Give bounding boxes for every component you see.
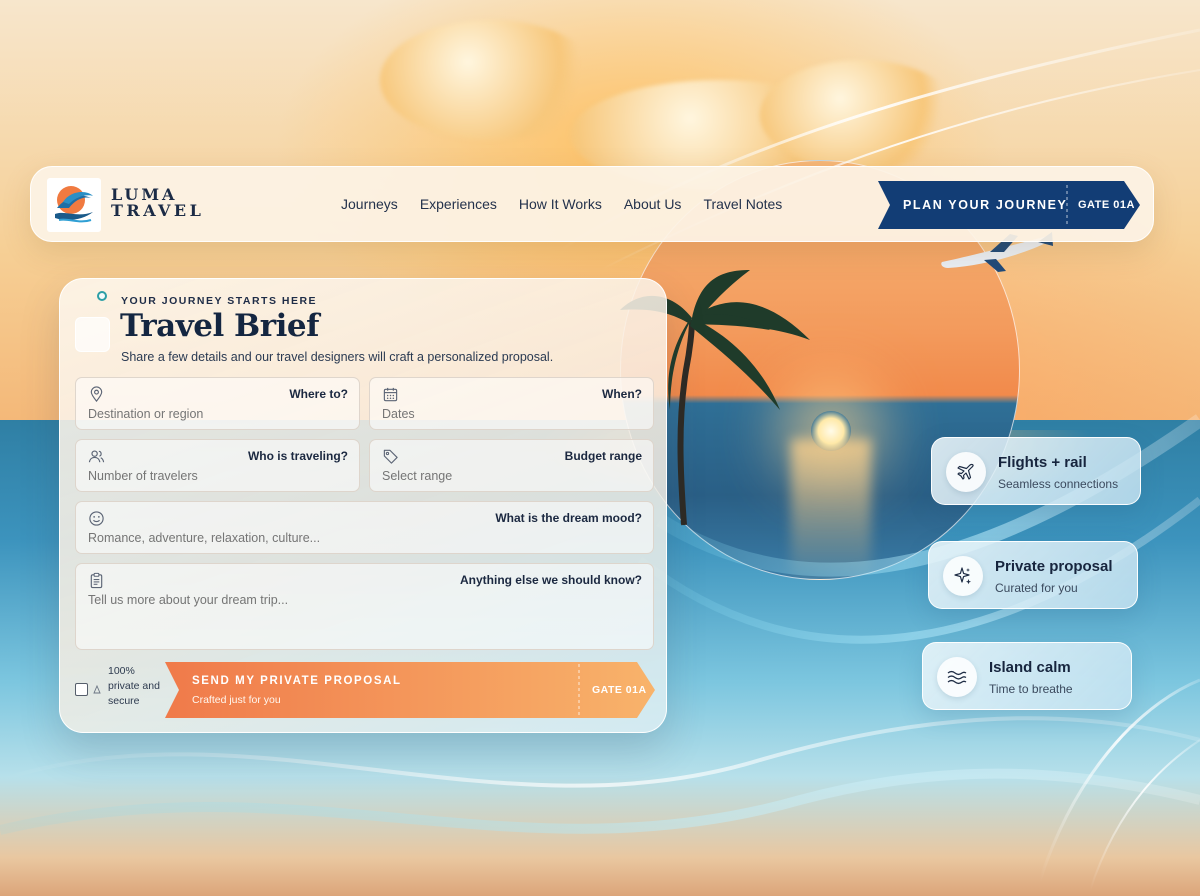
feature-subtitle: Curated for you [995, 581, 1078, 595]
waves-icon [947, 670, 967, 685]
lock-icon [93, 685, 101, 694]
sparkle-icon [954, 567, 971, 585]
budget-field[interactable]: Budget range [369, 439, 654, 492]
plane-icon [957, 463, 974, 480]
dates-label: When? [602, 387, 642, 401]
plan-your-journey-button[interactable]: PLAN YOUR JOURNEY GATE 01A [878, 181, 1140, 229]
mood-field[interactable]: What is the dream mood? [75, 501, 654, 554]
destination-input[interactable] [88, 407, 338, 421]
send-proposal-button[interactable]: SEND MY PRIVATE PROPOSAL Crafted just fo… [165, 662, 655, 718]
users-icon [88, 450, 105, 463]
mood-input[interactable] [88, 531, 628, 545]
budget-label: Budget range [564, 449, 642, 463]
privacy-text: 100% private and secure [108, 665, 160, 707]
status-dot [97, 291, 107, 301]
dates-field[interactable]: When? [369, 377, 654, 430]
main-nav: Journeys Experiences How It Works About … [341, 196, 804, 212]
site-header: LUMA TRAVEL Journeys Experiences How It … [30, 166, 1154, 242]
boarding-pass-shape [165, 662, 655, 718]
brand-line-2: TRAVEL [111, 201, 205, 220]
travel-brief-form: YOUR JOURNEY STARTS HERE Travel Brief Sh… [59, 278, 667, 733]
nav-travel-notes[interactable]: Travel Notes [703, 196, 782, 212]
dates-input[interactable] [382, 407, 632, 421]
notes-field[interactable]: Anything else we should know? [75, 563, 654, 650]
mood-label: What is the dream mood? [495, 511, 642, 525]
travelers-label: Who is traveling? [247, 449, 348, 463]
tag-icon [383, 449, 398, 464]
map-pin-icon [90, 386, 103, 403]
feature-subtitle: Seamless connections [998, 477, 1119, 491]
privacy-consent: 100% private and secure [75, 664, 165, 722]
feature-title: Flights + rail [998, 454, 1087, 471]
page-title: Travel Brief [120, 308, 319, 344]
nav-about-us[interactable]: About Us [624, 196, 682, 212]
nav-how-it-works[interactable]: How It Works [519, 196, 602, 212]
send-proposal-sublabel: Crafted just for you [192, 694, 281, 706]
calendar-icon [383, 387, 398, 402]
destination-field[interactable]: Where to? [75, 377, 360, 430]
nav-experiences[interactable]: Experiences [420, 196, 497, 212]
gate-label: GATE 01A [592, 684, 647, 696]
gate-label: GATE 01A [1078, 199, 1135, 211]
send-proposal-label: SEND MY PRIVATE PROPOSAL [192, 675, 402, 687]
nav-journeys[interactable]: Journeys [341, 196, 398, 212]
travelers-input[interactable] [88, 469, 338, 483]
luma-travel-logo[interactable] [47, 178, 101, 232]
budget-select[interactable] [382, 469, 632, 483]
brand-wordmark: LUMA TRAVEL [111, 187, 204, 219]
feature-card-private-proposal: Private proposal Curated for you [928, 541, 1138, 609]
travelers-field[interactable]: Who is traveling? [75, 439, 360, 492]
notes-label: Anything else we should know? [459, 573, 642, 587]
plan-your-journey-label: PLAN YOUR JOURNEY [903, 198, 1068, 212]
feature-card-island-calm: Island calm Time to breathe [922, 642, 1132, 710]
notes-textarea[interactable] [88, 593, 628, 607]
destination-label: Where to? [289, 387, 348, 401]
brief-icon-placeholder [75, 317, 110, 352]
feature-title: Island calm [989, 659, 1071, 676]
dolphin-logo-icon [55, 186, 93, 223]
clipboard-icon [90, 572, 103, 589]
privacy-checkbox[interactable] [75, 683, 88, 696]
feature-subtitle: Time to breathe [989, 682, 1073, 696]
smile-icon [89, 511, 104, 526]
form-subtitle: Share a few details and our travel desig… [121, 350, 554, 364]
eyebrow-text: YOUR JOURNEY STARTS HERE [121, 295, 318, 307]
feature-card-flights: Flights + rail Seamless connections [931, 437, 1141, 505]
feature-title: Private proposal [995, 558, 1113, 575]
